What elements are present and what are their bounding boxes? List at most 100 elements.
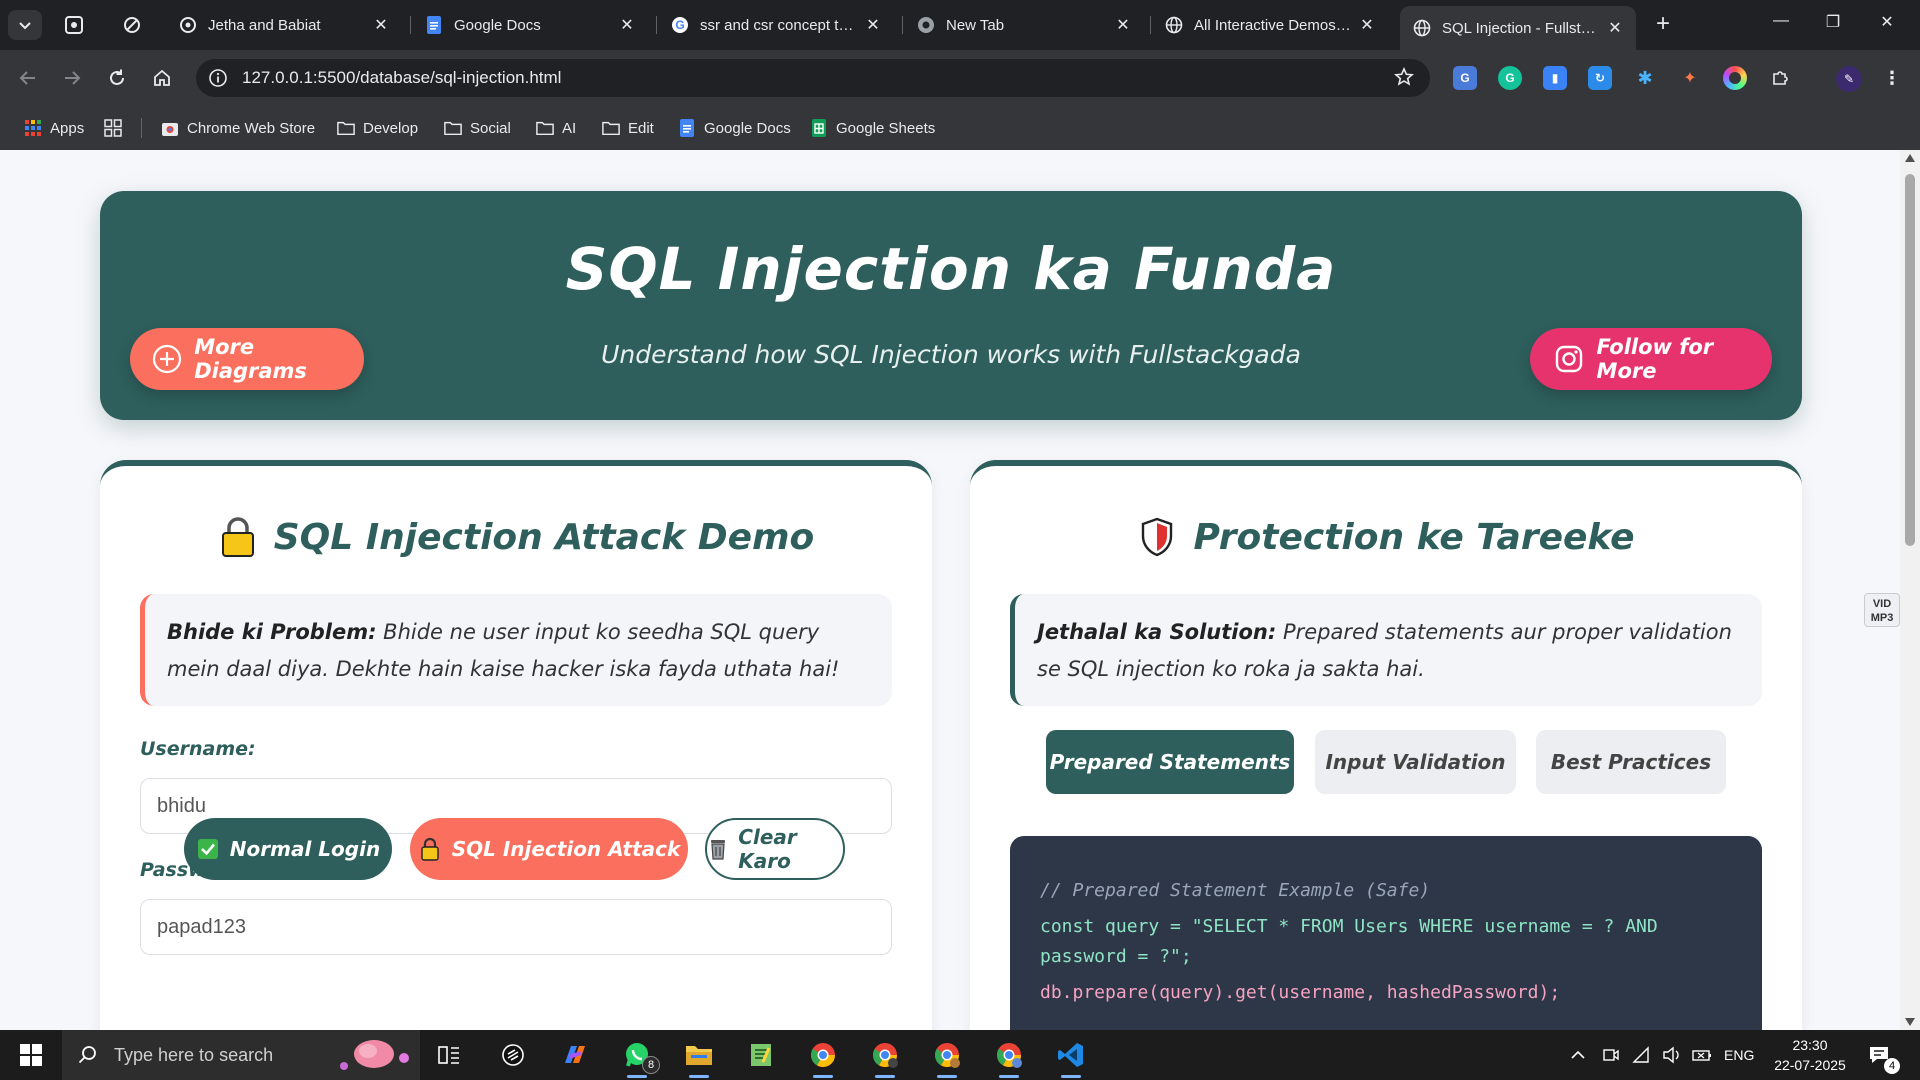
rocket-extension-icon[interactable]: ✦ <box>1678 66 1702 90</box>
bookmark-develop[interactable]: Develop <box>337 116 418 140</box>
checkbox-checked-icon <box>196 837 220 861</box>
tab-jetha[interactable]: Jetha and Babiat ✕ <box>166 8 402 42</box>
taskbar-chrome-4[interactable] <box>992 1038 1026 1078</box>
bookmark-label: Social <box>470 119 511 137</box>
bookmark-star-icon[interactable] <box>1392 65 1416 89</box>
tab-sql-injection[interactable]: SQL Injection - Fullstack ✕ <box>1400 6 1636 50</box>
tab-groups-button[interactable] <box>104 116 130 140</box>
close-icon[interactable]: ✕ <box>864 15 882 35</box>
taskbar-chrome-3[interactable] <box>930 1038 964 1078</box>
folder-icon <box>444 119 462 137</box>
scroll-up-arrow[interactable] <box>1905 154 1915 162</box>
globe-icon <box>1164 15 1184 35</box>
bookmark-edit[interactable]: Edit <box>602 116 654 140</box>
page-viewport: SQL Injection ka Funda Understand how SQ… <box>0 150 1900 1030</box>
close-icon[interactable]: ✕ <box>618 15 636 35</box>
tray-language[interactable]: ENG <box>1724 1030 1754 1080</box>
code-comment: // Prepared Statement Example (Safe) <box>1040 880 1431 901</box>
web-store-icon <box>161 119 179 137</box>
tab-new-tab[interactable]: New Tab ✕ <box>904 8 1144 42</box>
google-translate-icon[interactable]: G <box>1453 66 1477 90</box>
code-prepare-line: db.prepare(query).get(username, hashedPa… <box>1040 982 1561 1003</box>
start-button[interactable] <box>0 1030 62 1080</box>
scrollbar-thumb[interactable] <box>1905 174 1915 546</box>
tray-volume[interactable] <box>1662 1030 1682 1080</box>
reload-button[interactable] <box>103 64 131 92</box>
tab-ssr-csr[interactable]: G ssr and csr concept to le ✕ <box>658 8 894 42</box>
notification-center[interactable]: 4 <box>1868 1030 1900 1080</box>
clear-button[interactable]: Clear Karo <box>705 818 845 880</box>
home-button[interactable] <box>148 64 176 92</box>
restore-button[interactable]: ❐ <box>1818 12 1848 32</box>
taskbar-chrome-2[interactable] <box>868 1038 902 1078</box>
arrow-right-icon <box>65 71 81 85</box>
tab-search-button[interactable] <box>8 10 42 40</box>
bookmark-ai[interactable]: AI <box>536 116 576 140</box>
close-icon[interactable]: ✕ <box>1358 15 1376 35</box>
clock-time: 23:30 <box>1792 1037 1828 1053</box>
refresh-extension-icon[interactable]: ↻ <box>1588 66 1612 90</box>
close-icon[interactable]: ✕ <box>1114 15 1132 35</box>
grammarly-icon[interactable]: G <box>1498 66 1522 90</box>
pinned-tab-2[interactable] <box>110 8 154 42</box>
task-view-button[interactable] <box>432 1038 466 1072</box>
svg-text:G: G <box>675 18 684 32</box>
pinned-tab-1[interactable] <box>52 8 96 42</box>
bookmark-google-sheets[interactable]: Google Sheets <box>810 116 935 140</box>
forward-button[interactable] <box>58 64 86 92</box>
tab-label: ssr and csr concept to le <box>700 16 858 34</box>
follow-button[interactable]: Follow for More <box>1530 328 1772 390</box>
close-icon[interactable]: ✕ <box>372 15 390 35</box>
taskbar-whatsapp[interactable]: 8 <box>620 1038 660 1078</box>
bookmark-label: Apps <box>50 119 85 137</box>
profile-avatar[interactable]: ✎ <box>1836 66 1862 92</box>
camera-icon <box>1603 1049 1619 1061</box>
docs-extension-icon[interactable]: ▮ <box>1543 66 1567 90</box>
password-input[interactable] <box>140 899 892 955</box>
back-button[interactable] <box>14 64 42 92</box>
site-info-icon[interactable] <box>206 66 230 90</box>
tab-best-practices[interactable]: Best Practices <box>1536 730 1726 794</box>
taskbar-search[interactable]: Type here to search <box>62 1030 420 1080</box>
page-scrollbar[interactable] <box>1900 150 1920 1030</box>
minimize-button[interactable]: — <box>1766 12 1796 30</box>
tab-prepared-statements[interactable]: Prepared Statements <box>1046 730 1294 794</box>
speaker-icon <box>1663 1046 1679 1064</box>
new-tab-button[interactable]: + <box>1650 12 1676 38</box>
close-icon[interactable]: ✕ <box>1606 18 1624 38</box>
taskbar-clock[interactable]: 23:30 22-07-2025 <box>1760 1035 1860 1075</box>
tab-input-validation[interactable]: Input Validation <box>1315 730 1516 794</box>
tab-google-docs[interactable]: Google Docs ✕ <box>412 8 648 42</box>
tray-battery[interactable] <box>1692 1030 1712 1080</box>
apps-grid-icon <box>24 119 42 137</box>
url-text: 127.0.0.1:5500/database/sql-injection.ht… <box>242 68 562 87</box>
tray-network[interactable] <box>1632 1030 1650 1080</box>
video-downloader-badge[interactable]: VID MP3 <box>1864 593 1900 627</box>
taskbar-app-1[interactable] <box>496 1038 530 1072</box>
taskbar-copilot[interactable] <box>558 1038 592 1072</box>
taskbar-chrome-1[interactable] <box>806 1038 840 1078</box>
whatsapp-badge: 8 <box>642 1056 660 1074</box>
taskbar-app-notepad[interactable] <box>744 1038 778 1072</box>
notepad-icon <box>751 1044 771 1066</box>
more-diagrams-button[interactable]: More Diagrams <box>130 328 364 390</box>
sql-attack-label: SQL Injection Attack <box>451 837 681 861</box>
normal-login-button[interactable]: Normal Login <box>184 818 392 880</box>
tray-meet-now[interactable] <box>1602 1030 1620 1080</box>
color-picker-icon[interactable] <box>1723 66 1747 90</box>
sql-injection-attack-button[interactable]: SQL Injection Attack <box>410 818 688 880</box>
extensions-puzzle-icon[interactable] <box>1768 66 1792 90</box>
bookmark-chrome-web-store[interactable]: Chrome Web Store <box>161 116 315 140</box>
bookmark-google-docs[interactable]: Google Docs <box>678 116 791 140</box>
window-close-button[interactable]: ✕ <box>1872 12 1902 32</box>
scroll-down-arrow[interactable] <box>1905 1018 1915 1026</box>
tray-chevron[interactable] <box>1570 1030 1586 1080</box>
bookmark-social[interactable]: Social <box>444 116 511 140</box>
bookmark-apps[interactable]: Apps <box>24 116 84 140</box>
taskbar-vscode[interactable] <box>1054 1038 1088 1078</box>
tools-extension-icon[interactable]: ✱ <box>1633 66 1657 90</box>
address-bar[interactable]: 127.0.0.1:5500/database/sql-injection.ht… <box>196 59 1430 97</box>
chrome-menu-icon[interactable]: ⋮ <box>1880 66 1904 90</box>
taskbar-file-explorer[interactable] <box>682 1038 716 1078</box>
tab-all-demos[interactable]: All Interactive Demos | F ✕ <box>1152 8 1388 42</box>
